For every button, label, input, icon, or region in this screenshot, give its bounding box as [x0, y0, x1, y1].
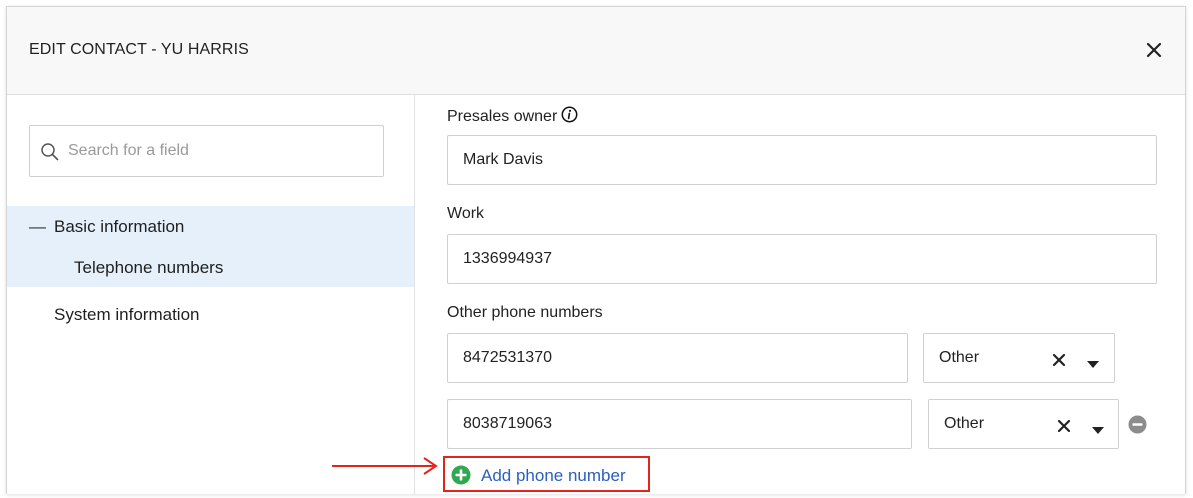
field-sidebar: — Basic information Telephone numbers Sy… — [7, 95, 415, 495]
nav-group-basic-information: — Basic information Telephone numbers — [7, 206, 414, 287]
other-phone-input-1[interactable] — [463, 334, 893, 382]
add-phone-number-label: Add phone number — [481, 466, 626, 485]
sidebar-item-system-information[interactable]: System information — [54, 305, 200, 325]
presales-owner-label: Presales owner — [447, 106, 578, 126]
work-label: Work — [447, 205, 485, 222]
presales-owner-field[interactable] — [447, 135, 1157, 185]
work-phone-field[interactable] — [447, 234, 1157, 284]
phone-type-value-1: Other — [939, 349, 980, 366]
other-phone-input-2[interactable] — [463, 400, 893, 448]
annotation-arrow-icon — [332, 457, 438, 475]
clear-icon[interactable] — [1052, 353, 1066, 367]
other-phone-numbers-label: Other phone numbers — [447, 304, 603, 321]
dialog-title: EDIT CONTACT - YU HARRIS — [29, 41, 249, 58]
search-input[interactable] — [68, 126, 368, 176]
clear-icon[interactable] — [1057, 419, 1071, 433]
search-field[interactable] — [29, 125, 384, 177]
presales-owner-input[interactable] — [463, 136, 1143, 184]
form-content: Presales owner Work Other phone numbers … — [415, 95, 1185, 495]
other-phone-field-1[interactable] — [447, 333, 908, 383]
edit-contact-dialog: EDIT CONTACT - YU HARRIS — Basic informa… — [6, 6, 1186, 495]
plus-circle-icon — [451, 465, 471, 485]
chevron-down-icon[interactable] — [1092, 422, 1104, 434]
other-phone-field-2[interactable] — [447, 399, 912, 449]
sidebar-item-basic-information[interactable]: Basic information — [54, 217, 184, 237]
phone-type-select-2[interactable]: Other — [928, 399, 1119, 449]
search-icon — [40, 142, 60, 162]
close-icon[interactable] — [1143, 39, 1165, 61]
remove-circle-icon[interactable] — [1128, 415, 1147, 434]
sidebar-item-telephone-numbers[interactable]: Telephone numbers — [74, 258, 223, 278]
chevron-down-icon[interactable] — [1087, 356, 1099, 368]
add-phone-number-button[interactable]: Add phone number — [443, 456, 650, 492]
phone-type-select-1[interactable]: Other — [923, 333, 1115, 383]
work-phone-input[interactable] — [463, 235, 1143, 283]
phone-type-value-2: Other — [944, 415, 985, 432]
collapse-dash-icon[interactable]: — — [29, 217, 46, 237]
dialog-header: EDIT CONTACT - YU HARRIS — [7, 7, 1185, 95]
info-icon[interactable] — [561, 106, 578, 123]
